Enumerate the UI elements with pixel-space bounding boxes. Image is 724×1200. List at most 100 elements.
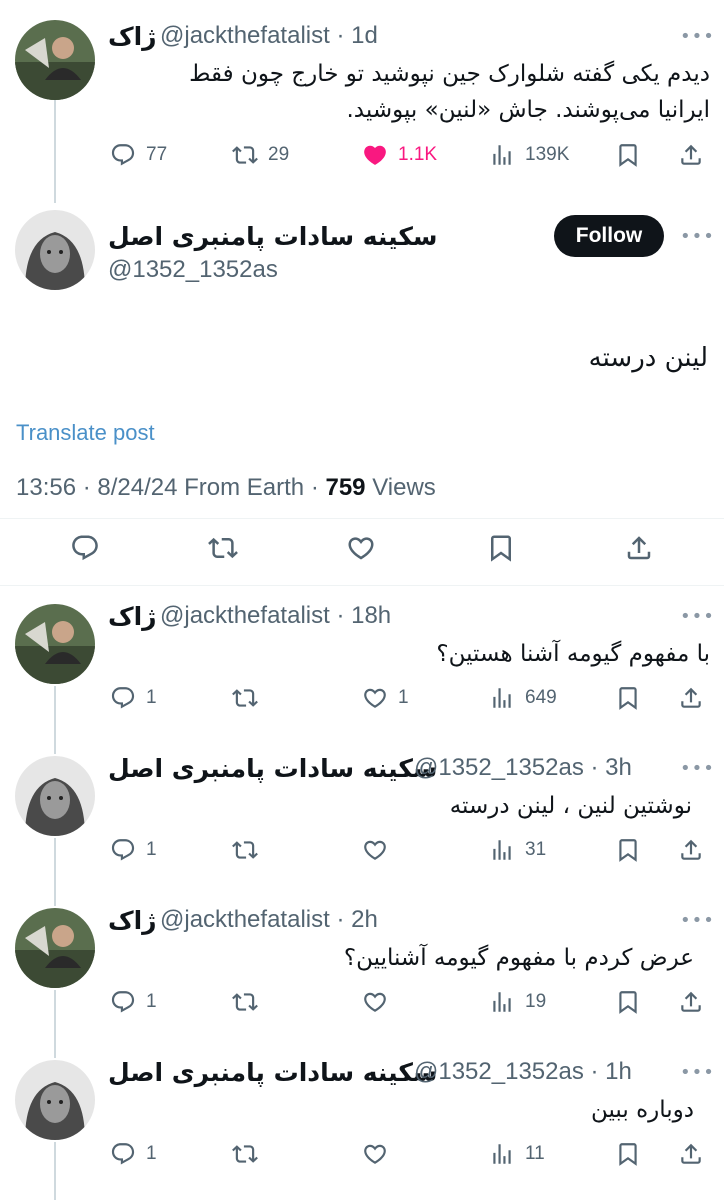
reply-button[interactable]: 1 <box>110 1141 157 1167</box>
reply-button[interactable]: 1 <box>110 989 157 1015</box>
like-count: 1.1K <box>398 144 438 165</box>
repost-button[interactable] <box>232 1141 258 1167</box>
more-icon[interactable]: ••• <box>680 910 715 931</box>
avatar[interactable] <box>15 908 95 988</box>
share-button[interactable] <box>624 533 654 563</box>
like-icon <box>362 989 388 1015</box>
share-icon <box>678 989 704 1015</box>
thread-line <box>54 98 56 203</box>
more-icon[interactable]: ••• <box>680 758 715 779</box>
like-icon <box>362 685 388 711</box>
share-icon <box>678 837 704 863</box>
follow-button[interactable]: Follow <box>554 215 664 257</box>
view-count: 11 <box>525 1143 545 1164</box>
author-name[interactable]: سکینه سادات پامنبری اصل <box>108 222 437 251</box>
like-button[interactable]: 1.1K <box>362 142 437 168</box>
reply-button[interactable] <box>70 533 100 563</box>
avatar[interactable] <box>15 756 95 836</box>
author-handle[interactable]: @1352_1352as · 1h <box>414 1058 632 1086</box>
reply-button[interactable]: 1 <box>110 837 157 863</box>
handle-text[interactable]: @jackthefatalist <box>160 906 330 933</box>
view-count: 649 <box>525 687 557 708</box>
reply-count: 1 <box>146 687 157 708</box>
repost-button[interactable] <box>232 989 258 1015</box>
divider <box>0 518 724 519</box>
bookmark-button[interactable] <box>486 533 516 563</box>
author-name[interactable]: سکینه سادات پامنبری اصل <box>108 754 437 783</box>
translate-link[interactable]: Translate post <box>16 420 155 446</box>
views-button[interactable]: 11 <box>489 1141 545 1167</box>
share-icon <box>678 1141 704 1167</box>
repost-icon <box>232 1141 258 1167</box>
author-name[interactable]: ژاک <box>108 22 157 51</box>
tweet-text: لینن درسته <box>588 343 708 373</box>
bookmark-button[interactable] <box>615 685 641 711</box>
avatar[interactable] <box>15 604 95 684</box>
like-button[interactable] <box>362 1141 388 1167</box>
thread-line <box>54 990 56 1058</box>
more-icon[interactable]: ••• <box>680 26 715 47</box>
handle-text[interactable]: @1352_1352as <box>414 754 584 781</box>
reply-button[interactable]: 77 <box>110 142 167 168</box>
post-time[interactable]: · 1h <box>591 1058 632 1085</box>
views-icon <box>489 142 515 168</box>
bookmark-icon <box>615 989 641 1015</box>
views-icon <box>489 685 515 711</box>
author-name[interactable]: ژاک <box>108 906 157 935</box>
author-handle[interactable]: @1352_1352as <box>108 256 278 284</box>
reply-icon <box>70 533 100 563</box>
like-button[interactable]: 1 <box>362 685 409 711</box>
views-button[interactable]: 139K <box>489 142 569 168</box>
author-handle[interactable]: @jackthefatalist · 2h <box>160 906 378 934</box>
share-button[interactable] <box>678 142 704 168</box>
reply-button[interactable]: 1 <box>110 685 157 711</box>
views-button[interactable]: 649 <box>489 685 557 711</box>
handle-text[interactable]: @jackthefatalist <box>160 602 330 629</box>
author-handle[interactable]: @1352_1352as · 3h <box>414 754 632 782</box>
repost-button[interactable] <box>232 685 258 711</box>
avatar[interactable] <box>15 1060 95 1140</box>
handle-text[interactable]: @jackthefatalist <box>160 22 330 49</box>
avatar[interactable] <box>15 20 95 100</box>
share-button[interactable] <box>678 685 704 711</box>
more-icon[interactable]: ••• <box>680 606 715 627</box>
post-time[interactable]: · 3h <box>591 754 632 781</box>
like-button[interactable] <box>362 989 388 1015</box>
post-timestamp[interactable]: 13:56 · 8/24/24 From Earth · <box>16 474 325 501</box>
views-button[interactable]: 31 <box>489 837 546 863</box>
share-button[interactable] <box>678 837 704 863</box>
repost-icon <box>232 837 258 863</box>
reply-count: 77 <box>146 144 168 165</box>
post-time[interactable]: · 2h <box>336 906 377 933</box>
tweet-text: عرض کردم با مفهوم گیومه آشنایین؟ <box>343 945 694 971</box>
like-button[interactable] <box>346 533 376 563</box>
repost-button[interactable]: 29 <box>232 142 289 168</box>
reply-count: 1 <box>146 1143 157 1164</box>
post-time[interactable]: · 18h <box>336 602 391 629</box>
views-icon <box>489 837 515 863</box>
author-handle[interactable]: @jackthefatalist · 1d <box>160 22 378 50</box>
repost-button[interactable] <box>232 837 258 863</box>
author-handle[interactable]: @jackthefatalist · 18h <box>160 602 391 630</box>
bookmark-icon <box>486 533 516 563</box>
tweet-text: نوشتین لنین ، لینن درسته <box>449 793 692 819</box>
bookmark-button[interactable] <box>615 989 641 1015</box>
bookmark-icon <box>615 837 641 863</box>
repost-icon <box>232 685 258 711</box>
bookmark-button[interactable] <box>615 837 641 863</box>
author-name[interactable]: سکینه سادات پامنبری اصل <box>108 1058 437 1087</box>
avatar[interactable] <box>15 210 95 290</box>
share-button[interactable] <box>678 989 704 1015</box>
share-button[interactable] <box>678 1141 704 1167</box>
more-icon[interactable]: ••• <box>680 226 715 247</box>
repost-button[interactable] <box>208 533 238 563</box>
reply-icon <box>110 142 136 168</box>
views-button[interactable]: 19 <box>489 989 546 1015</box>
more-icon[interactable]: ••• <box>680 1062 715 1083</box>
like-button[interactable] <box>362 837 388 863</box>
bookmark-button[interactable] <box>615 1141 641 1167</box>
bookmark-button[interactable] <box>615 142 641 168</box>
handle-text[interactable]: @1352_1352as <box>414 1058 584 1085</box>
author-name[interactable]: ژاک <box>108 602 157 631</box>
post-time[interactable]: · 1d <box>336 22 377 49</box>
